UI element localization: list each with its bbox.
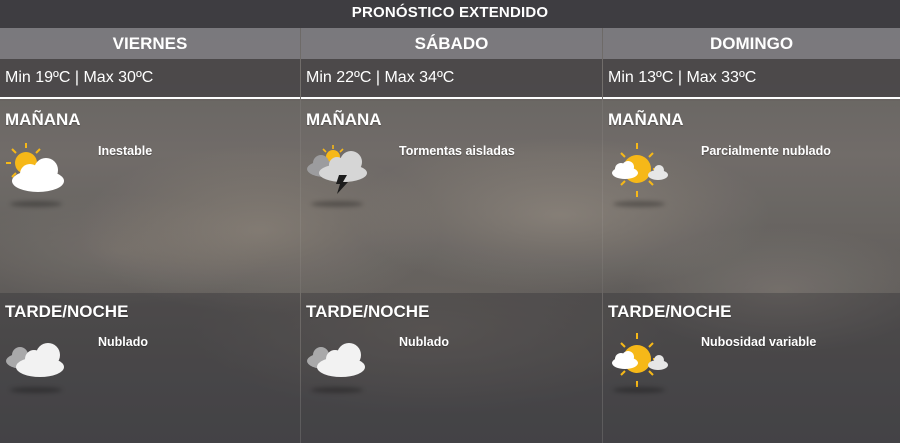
day-column-sunday: DOMINGO Min 13ºC | Max 33ºC MAÑANA Parci… [602,28,900,443]
min-max-temp: Min 13ºC | Max 33ºC [603,59,900,99]
forecast-header: PRONÓSTICO EXTENDIDO [0,0,900,28]
condition-text: Nubosidad variable [701,335,817,349]
period-title: MAÑANA [306,110,382,129]
morning-forecast: MAÑANA Inestable [0,101,300,293]
sun-cloud-icon [6,143,64,192]
condition-text: Parcialmente nublado [701,144,831,158]
clouds-icon [307,343,365,377]
evening-forecast: TARDE/NOCHE Nublado [0,293,300,443]
condition-text: Nublado [399,335,449,349]
day-name: SÁBADO [301,28,602,59]
period-title: TARDE/NOCHE [608,302,732,321]
day-name: VIERNES [0,28,300,59]
partly-cloudy-icon [612,143,668,197]
day-name: DOMINGO [603,28,900,59]
condition-text: Tormentas aisladas [399,144,515,158]
min-max-temp: Min 22ºC | Max 34ºC [301,59,602,99]
partly-cloudy-icon [612,333,668,387]
evening-forecast: TARDE/NOCHE Nubosidad variable [603,293,900,443]
icon-shadow [613,387,665,393]
period-title: MAÑANA [5,110,81,129]
period-title: TARDE/NOCHE [306,302,430,321]
condition-text: Nublado [98,335,148,349]
evening-forecast: TARDE/NOCHE Nublado [301,293,602,443]
period-title: TARDE/NOCHE [5,302,129,321]
clouds-icon [6,343,64,377]
day-column-saturday: SÁBADO Min 22ºC | Max 34ºC MAÑANA Tormen… [300,28,602,443]
condition-text: Inestable [98,144,153,158]
period-title: MAÑANA [608,110,684,129]
icon-shadow [311,387,363,393]
icon-shadow [613,201,665,207]
icon-shadow [10,387,62,393]
min-max-temp: Min 19ºC | Max 30ºC [0,59,300,99]
morning-forecast: MAÑANA Parcialmente nublado [603,101,900,293]
day-column-friday: VIERNES Min 19ºC | Max 30ºC MAÑANA Inest… [0,28,300,443]
morning-forecast: MAÑANA Tormentas aisladas [301,101,602,293]
thunderstorm-icon [307,145,367,194]
icon-shadow [311,201,363,207]
icon-shadow [10,201,62,207]
